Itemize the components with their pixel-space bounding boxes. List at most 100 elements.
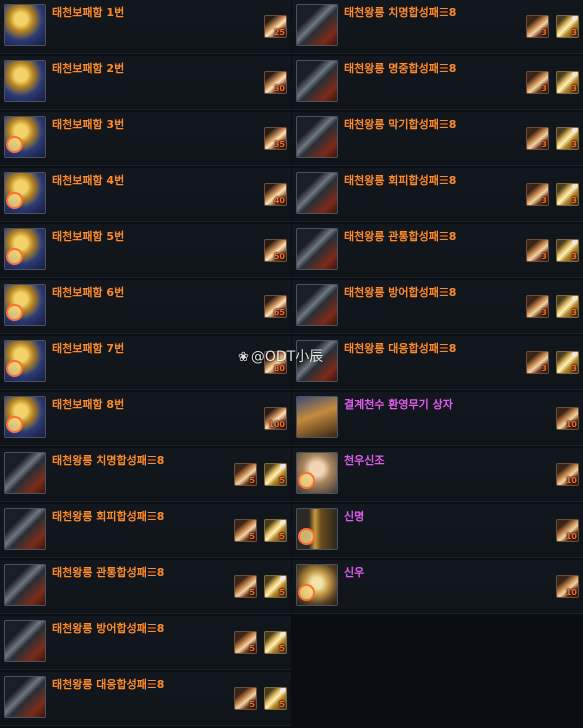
reward-item-row[interactable]: 신우 10 bbox=[292, 560, 583, 614]
reward-item-row[interactable]: 태천보패함 1번 25 bbox=[0, 0, 291, 54]
reward-slot[interactable]: 10 bbox=[556, 519, 579, 542]
box-item-icon[interactable] bbox=[4, 284, 46, 326]
box-item-icon[interactable] bbox=[4, 116, 46, 158]
reward-slot[interactable]: 3 bbox=[526, 295, 549, 318]
reward-slot[interactable]: 3 bbox=[526, 183, 549, 206]
reward-slot[interactable]: 35 bbox=[264, 127, 287, 150]
cloak-item-icon[interactable] bbox=[296, 564, 338, 606]
reward-item-row[interactable]: 태천왕릉 명중합성패☰8 3 3 bbox=[292, 56, 583, 110]
reward-slot[interactable]: 5 bbox=[264, 631, 287, 654]
reward-slot[interactable]: 5 bbox=[234, 575, 257, 598]
shard-item-icon[interactable] bbox=[4, 620, 46, 662]
reward-slot[interactable]: 3 bbox=[556, 15, 579, 38]
slot-quantity: 5 bbox=[249, 476, 255, 485]
staff-item-icon[interactable] bbox=[296, 508, 338, 550]
reward-slot[interactable]: 40 bbox=[264, 183, 287, 206]
pin-icon bbox=[572, 240, 577, 245]
reward-slot[interactable]: 3 bbox=[556, 295, 579, 318]
shard-item-icon[interactable] bbox=[296, 172, 338, 214]
slot-quantity: 3 bbox=[571, 28, 577, 37]
reward-slot[interactable]: 100 bbox=[264, 407, 287, 430]
shard-item-icon[interactable] bbox=[4, 564, 46, 606]
box-item-icon[interactable] bbox=[4, 172, 46, 214]
reward-slot[interactable]: 50 bbox=[264, 239, 287, 262]
item-name: 태천보패함 8번 bbox=[52, 398, 125, 411]
item-name: 태천왕릉 방어합성패☰8 bbox=[52, 622, 165, 635]
reward-slot[interactable]: 5 bbox=[234, 687, 257, 710]
slot-quantity: 5 bbox=[279, 588, 285, 597]
pin-icon bbox=[280, 520, 285, 525]
reward-slot[interactable]: 3 bbox=[556, 239, 579, 262]
reward-item-row[interactable]: 태천왕릉 대응합성패☰8 5 5 bbox=[0, 672, 291, 726]
reward-item-row[interactable]: 태천보패함 6번 65 bbox=[0, 280, 291, 334]
reward-slot[interactable]: 65 bbox=[264, 295, 287, 318]
reward-slot[interactable]: 3 bbox=[556, 71, 579, 94]
reward-slot[interactable]: 5 bbox=[264, 463, 287, 486]
slot-quantity: 10 bbox=[565, 588, 577, 597]
item-name: 태천보패함 4번 bbox=[52, 174, 125, 187]
item-name: 태천왕릉 치명합성패☰8 bbox=[344, 6, 457, 19]
reward-slot[interactable]: 3 bbox=[526, 351, 549, 374]
reward-item-row[interactable]: 태천왕릉 치명합성패☰8 3 3 bbox=[292, 0, 583, 54]
reward-item-row[interactable]: 태천보패함 3번 35 bbox=[0, 112, 291, 166]
box-item-icon[interactable] bbox=[4, 228, 46, 270]
reward-slot[interactable]: 3 bbox=[526, 239, 549, 262]
reward-item-row[interactable]: 태천왕릉 치명합성패☰8 5 5 bbox=[0, 448, 291, 502]
reward-slot[interactable]: 30 bbox=[264, 71, 287, 94]
shard-item-icon[interactable] bbox=[296, 4, 338, 46]
slot-quantity: 3 bbox=[541, 196, 547, 205]
reward-item-row[interactable]: 태천왕릉 대응합성패☰8 3 3 bbox=[292, 336, 583, 390]
box-item-icon[interactable] bbox=[4, 60, 46, 102]
reward-item-row[interactable]: 태천보패함 8번 100 bbox=[0, 392, 291, 446]
reward-item-row[interactable]: 태천왕릉 관통합성패☰8 5 5 bbox=[0, 560, 291, 614]
reward-slot[interactable]: 3 bbox=[556, 183, 579, 206]
reward-item-row[interactable]: 태천보패함 5번 50 bbox=[0, 224, 291, 278]
reward-slot[interactable]: 10 bbox=[556, 407, 579, 430]
watermark: ❀ @ODT小辰 bbox=[238, 346, 323, 366]
reward-slot[interactable]: 3 bbox=[526, 127, 549, 150]
shard-item-icon[interactable] bbox=[4, 452, 46, 494]
box-item-icon[interactable] bbox=[4, 396, 46, 438]
weapon-item-icon[interactable] bbox=[296, 396, 338, 438]
reward-slot[interactable]: 5 bbox=[234, 631, 257, 654]
reward-item-row[interactable]: 태천왕릉 방어합성패☰8 5 5 bbox=[0, 616, 291, 670]
reward-slot[interactable]: 5 bbox=[234, 519, 257, 542]
shard-item-icon[interactable] bbox=[4, 676, 46, 718]
reward-slot[interactable]: 5 bbox=[264, 687, 287, 710]
box-item-icon[interactable] bbox=[4, 4, 46, 46]
slot-quantity: 100 bbox=[268, 420, 285, 429]
shard-item-icon[interactable] bbox=[296, 60, 338, 102]
shard-item-icon[interactable] bbox=[296, 228, 338, 270]
reward-item-row[interactable]: 천우신조 10 bbox=[292, 448, 583, 502]
reward-item-row[interactable]: 태천보패함 2번 30 bbox=[0, 56, 291, 110]
reward-slot[interactable]: 5 bbox=[264, 519, 287, 542]
reward-item-row[interactable]: 태천왕릉 막기합성패☰8 3 3 bbox=[292, 112, 583, 166]
reward-slot[interactable]: 3 bbox=[526, 71, 549, 94]
pin-icon bbox=[280, 576, 285, 581]
reward-item-row[interactable]: 태천보패함 4번 40 bbox=[0, 168, 291, 222]
item-name: 태천왕릉 방어합성패☰8 bbox=[344, 286, 457, 299]
box-item-icon[interactable] bbox=[4, 340, 46, 382]
reward-slot[interactable]: 3 bbox=[556, 127, 579, 150]
reward-slot[interactable]: 25 bbox=[264, 15, 287, 38]
shard-item-icon[interactable] bbox=[4, 508, 46, 550]
reward-item-row[interactable]: 태천왕릉 관통합성패☰8 3 3 bbox=[292, 224, 583, 278]
reward-item-row[interactable]: 신명 10 bbox=[292, 504, 583, 558]
reward-slot[interactable]: 3 bbox=[526, 15, 549, 38]
reward-slot[interactable]: 5 bbox=[234, 463, 257, 486]
reward-item-row[interactable]: 태천왕릉 방어합성패☰8 3 3 bbox=[292, 280, 583, 334]
reward-item-row[interactable]: 태천왕릉 회피합성패☰8 3 3 bbox=[292, 168, 583, 222]
item-name: 태천왕릉 치명합성패☰8 bbox=[52, 454, 165, 467]
armor-item-icon[interactable] bbox=[296, 452, 338, 494]
shard-item-icon[interactable] bbox=[296, 116, 338, 158]
reward-slot[interactable]: 3 bbox=[556, 351, 579, 374]
reward-item-row[interactable]: 결계천수 환영무기 상자 10 bbox=[292, 392, 583, 446]
pin-icon bbox=[280, 688, 285, 693]
reward-slot[interactable]: 10 bbox=[556, 575, 579, 598]
reward-slot[interactable]: 5 bbox=[264, 575, 287, 598]
reward-item-row[interactable]: 태천왕릉 회피합성패☰8 5 5 bbox=[0, 504, 291, 558]
shard-item-icon[interactable] bbox=[296, 284, 338, 326]
reward-slot[interactable]: 10 bbox=[556, 463, 579, 486]
item-name: 천우신조 bbox=[344, 454, 385, 467]
pin-icon bbox=[572, 352, 577, 357]
